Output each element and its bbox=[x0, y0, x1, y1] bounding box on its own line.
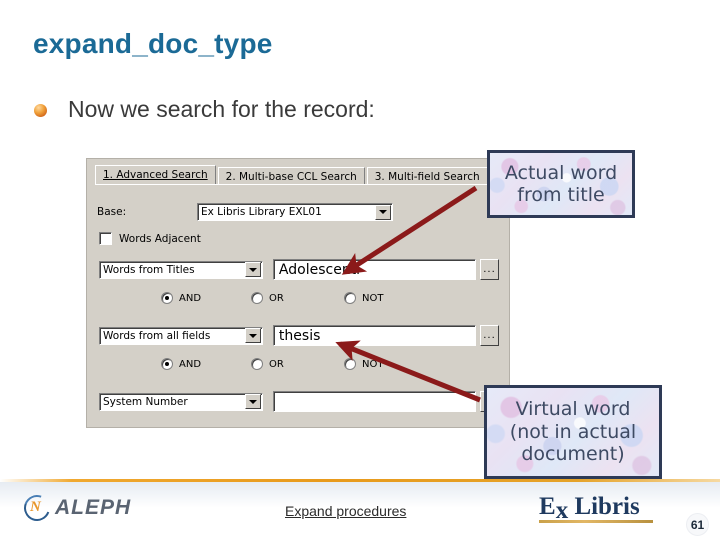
criteria-field-select-2[interactable]: Words from all fields bbox=[99, 326, 263, 345]
callout-actual-word: Actual word from title bbox=[487, 150, 635, 218]
criteria-row-2: Words from all fields thesis ... bbox=[99, 325, 499, 346]
callout-virtual-word: Virtual word (not in actual document) bbox=[484, 385, 662, 479]
aleph-glyph-icon: N bbox=[30, 499, 41, 515]
footer-caption: Expand procedures bbox=[285, 503, 407, 519]
ex-libris-logo: Ex Libris bbox=[539, 494, 657, 523]
criteria-text-input-1[interactable]: Adolescenti bbox=[272, 259, 476, 280]
ex-libris-x: x bbox=[555, 497, 569, 524]
tab-strip-divider bbox=[95, 184, 503, 185]
operator-or-label-1: OR bbox=[269, 292, 284, 304]
base-row: Base: Ex Libris Library EXL01 bbox=[97, 203, 497, 221]
operator-and-label-2: AND bbox=[179, 358, 202, 370]
tab-advanced-search[interactable]: 1. Advanced Search bbox=[95, 165, 216, 185]
bullet-sphere-icon bbox=[34, 104, 47, 117]
chevron-down-icon[interactable] bbox=[244, 262, 261, 277]
words-adjacent-checkbox[interactable] bbox=[99, 232, 112, 245]
operator-or-2[interactable]: OR bbox=[251, 358, 284, 370]
operator-and-label-1: AND bbox=[179, 292, 202, 304]
radio-or-1[interactable] bbox=[251, 292, 263, 304]
callout-actual-line-1: Actual word bbox=[504, 161, 618, 184]
callout-virtual-line-1: Virtual word bbox=[515, 398, 631, 421]
base-label: Base: bbox=[97, 206, 127, 218]
operator-not-label-2: NOT bbox=[362, 358, 384, 370]
operator-and-2[interactable]: AND bbox=[161, 358, 201, 370]
operator-not-1[interactable]: NOT bbox=[344, 292, 383, 304]
operator-or-label-2: OR bbox=[269, 358, 284, 370]
operator-row-1: AND OR NOT bbox=[99, 291, 489, 305]
bullet-item-label: Now we search for the record: bbox=[68, 96, 375, 122]
criteria-field-select-1[interactable]: Words from Titles bbox=[99, 260, 263, 279]
chevron-down-icon[interactable] bbox=[375, 204, 391, 220]
operator-not-2[interactable]: NOT bbox=[344, 358, 383, 370]
operator-not-label-1: NOT bbox=[362, 292, 384, 304]
chevron-down-icon[interactable] bbox=[244, 394, 261, 409]
aleph-emblem-icon: N bbox=[19, 490, 55, 526]
ex-libris-e: E bbox=[539, 493, 556, 520]
ex-libris-wordmark: Ex Libris bbox=[539, 493, 657, 523]
criteria-row-1: Words from Titles Adolescenti ... bbox=[99, 259, 499, 280]
criteria-browse-button-2[interactable]: ... bbox=[480, 325, 499, 346]
operator-and-1[interactable]: AND bbox=[161, 292, 201, 304]
words-adjacent-row[interactable]: Words Adjacent bbox=[99, 232, 201, 245]
radio-or-2[interactable] bbox=[251, 358, 263, 370]
bullet-list-item: Now we search for the record: bbox=[34, 96, 375, 123]
tab-multi-base-ccl-search[interactable]: 2. Multi-base CCL Search bbox=[217, 167, 365, 185]
aleph-wordmark: ALEPH bbox=[55, 496, 132, 519]
aleph-logo: N ALEPH bbox=[19, 490, 132, 526]
chevron-down-icon[interactable] bbox=[244, 328, 261, 343]
operator-row-2: AND OR NOT bbox=[99, 357, 489, 371]
criteria-row-3: System Number ... bbox=[99, 391, 499, 412]
operator-or-1[interactable]: OR bbox=[251, 292, 284, 304]
advanced-search-dialog: 1. Advanced Search 2. Multi-base CCL Sea… bbox=[86, 158, 510, 428]
criteria-text-input-2[interactable]: thesis bbox=[272, 325, 476, 346]
page-title: expand_doc_type bbox=[33, 28, 273, 59]
criteria-field-value-2: Words from all fields bbox=[103, 329, 211, 342]
radio-and-2[interactable] bbox=[161, 358, 173, 370]
radio-not-2[interactable] bbox=[344, 358, 356, 370]
criteria-text-input-3[interactable] bbox=[272, 391, 476, 412]
base-select-value: Ex Libris Library EXL01 bbox=[201, 206, 322, 218]
callout-virtual-line-3: document) bbox=[521, 443, 625, 466]
tab-multi-field-search[interactable]: 3. Multi-field Search bbox=[366, 167, 488, 185]
criteria-browse-button-1[interactable]: ... bbox=[480, 259, 499, 280]
radio-and-1[interactable] bbox=[161, 292, 173, 304]
criteria-field-value-3: System Number bbox=[103, 395, 188, 408]
criteria-field-value-1: Words from Titles bbox=[103, 263, 195, 276]
callout-actual-line-2: from title bbox=[517, 184, 605, 206]
page-number-badge: 61 bbox=[686, 513, 709, 536]
criteria-field-select-3[interactable]: System Number bbox=[99, 392, 263, 411]
radio-not-1[interactable] bbox=[344, 292, 356, 304]
ex-libris-libris: Libris bbox=[568, 493, 640, 520]
base-select[interactable]: Ex Libris Library EXL01 bbox=[197, 203, 393, 221]
callout-virtual-line-2: (not in actual bbox=[509, 420, 637, 443]
tab-strip: 1. Advanced Search 2. Multi-base CCL Sea… bbox=[95, 165, 490, 185]
words-adjacent-label: Words Adjacent bbox=[119, 232, 201, 245]
